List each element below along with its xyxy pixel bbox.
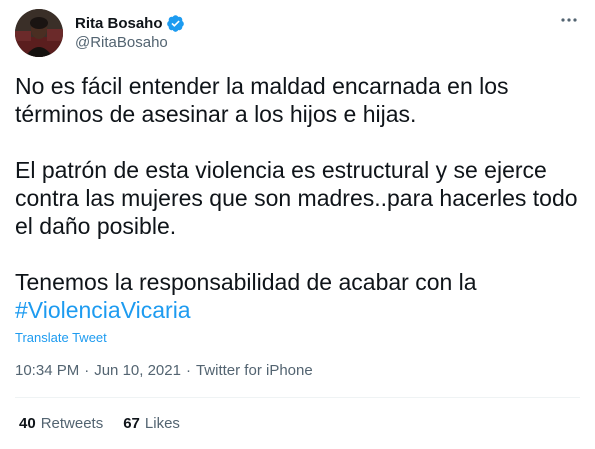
tweet-source[interactable]: Twitter for iPhone — [196, 362, 313, 379]
author-names: Rita Bosaho @RitaBosaho — [75, 13, 185, 53]
tweet-stats: 40 Retweets 67 Likes — [19, 415, 180, 432]
likes-label: Likes — [144, 415, 180, 432]
verified-badge-icon — [166, 14, 185, 33]
display-name[interactable]: Rita Bosaho — [75, 15, 163, 32]
likes-count: 67 — [123, 415, 140, 432]
tweet-paragraph: Tenemos la responsabilidad de acabar con… — [15, 268, 583, 324]
translate-tweet-link[interactable]: Translate Tweet — [15, 330, 107, 345]
hashtag-link[interactable]: #ViolenciaVicaria — [15, 297, 191, 323]
avatar[interactable] — [15, 9, 63, 57]
retweets-label: Retweets — [40, 415, 104, 432]
likes-stat[interactable]: 67 Likes — [123, 415, 180, 432]
divider — [15, 397, 580, 398]
tweet-meta: 10:34 PM · Jun 10, 2021 · Twitter for iP… — [15, 362, 313, 379]
author-handle[interactable]: @RitaBosaho — [75, 33, 185, 53]
meta-separator: · — [84, 362, 90, 379]
tweet-card: Rita Bosaho @RitaBosaho No es fácil ente… — [0, 0, 595, 449]
retweets-count: 40 — [19, 415, 36, 432]
tweet-paragraph-text: Tenemos la responsabilidad de acabar con… — [15, 269, 477, 295]
retweets-stat[interactable]: 40 Retweets — [19, 415, 103, 432]
tweet-paragraph: No es fácil entender la maldad encarnada… — [15, 73, 509, 127]
tweet-date[interactable]: Jun 10, 2021 — [94, 362, 181, 379]
tweet-header: Rita Bosaho @RitaBosaho — [15, 9, 580, 59]
tweet-paragraph: El patrón de esta violencia es estructur… — [15, 157, 578, 239]
name-row: Rita Bosaho — [75, 13, 185, 33]
tweet-time[interactable]: 10:34 PM — [15, 362, 79, 379]
more-options-icon[interactable] — [558, 9, 580, 31]
tweet-text: No es fácil entender la maldad encarnada… — [15, 72, 583, 324]
meta-separator: · — [185, 362, 191, 379]
